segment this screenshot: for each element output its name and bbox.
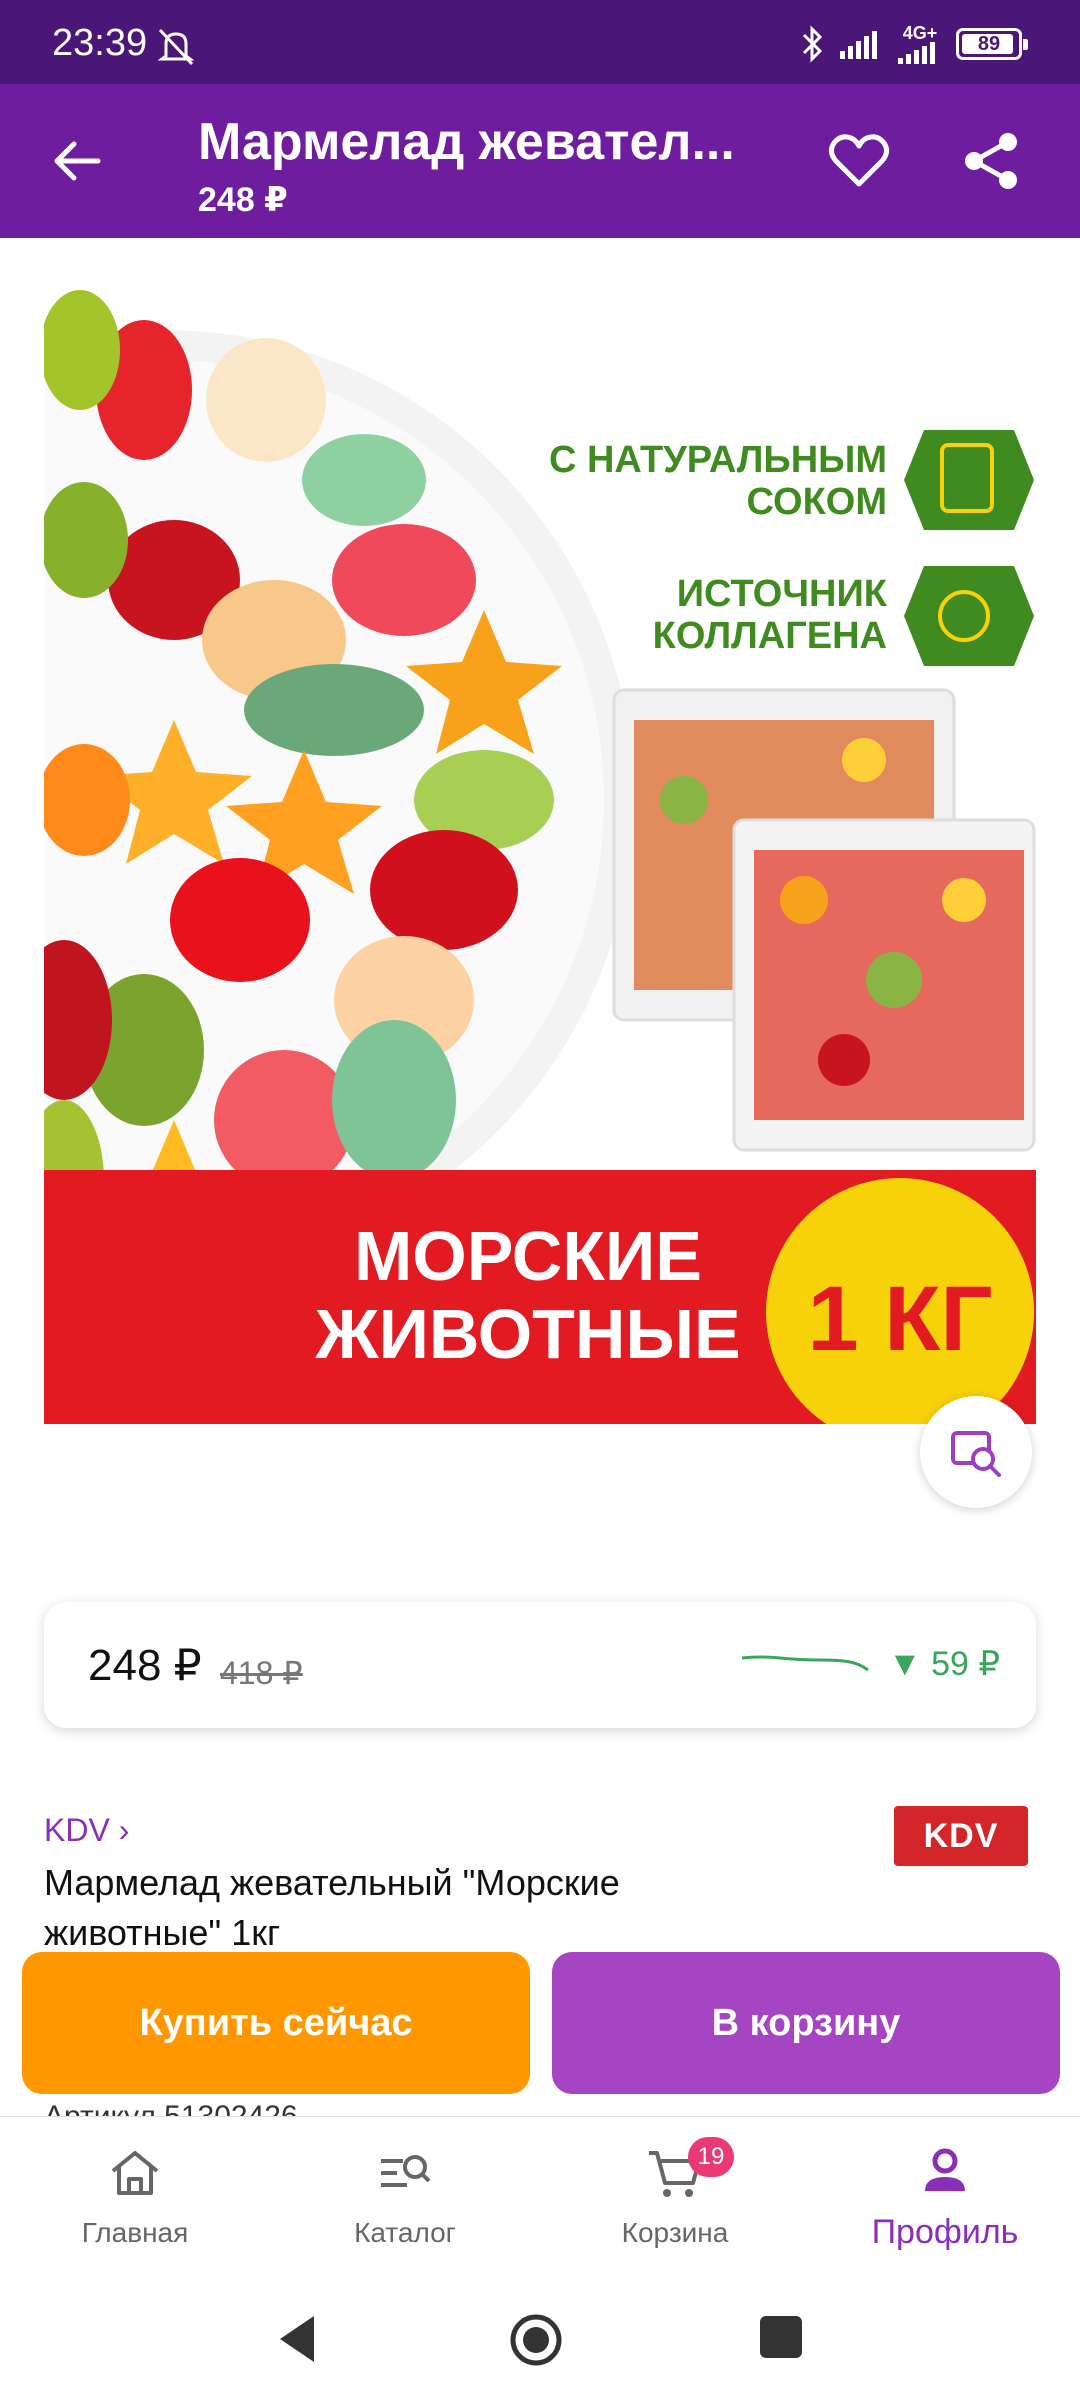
add-to-cart-button[interactable]: В корзину: [552, 1952, 1060, 2094]
page-title: Мармелад жевател...: [198, 113, 735, 171]
signal-icon: [840, 31, 877, 59]
collagen-tag: ИСТОЧНИК КОЛЛАГЕНА: [653, 566, 1034, 666]
profile-icon: [925, 2148, 965, 2191]
old-price: 418 ₽: [220, 1655, 303, 1691]
battery-icon: 89: [956, 28, 1028, 60]
weight-badge-text: 1 КГ: [807, 1268, 992, 1370]
signal-icon-2: [898, 42, 935, 64]
nav-catalog-label: Каталог: [354, 2217, 456, 2248]
page-subtitle-price: 248 ₽: [198, 181, 288, 219]
nav-cart-label: Корзина: [621, 2217, 729, 2248]
back-arrow-icon[interactable]: [46, 130, 108, 192]
battery-level: 89: [977, 32, 1001, 55]
network-indicator: 4G+: [898, 24, 942, 64]
brand-logo-text: KDV: [923, 1816, 999, 1855]
cart-count-badge: 19: [688, 2137, 734, 2177]
clock: 23:39: [52, 22, 148, 64]
system-back-icon[interactable]: [274, 2312, 322, 2366]
current-price: 248 ₽: [88, 1641, 202, 1690]
system-home-icon[interactable]: [508, 2312, 564, 2368]
heart-icon[interactable]: [826, 128, 892, 194]
nav-profile[interactable]: Профиль: [810, 2117, 1080, 2283]
bottom-nav: Главная Каталог Корзина 19 Профиль: [0, 2116, 1080, 2282]
buy-now-button[interactable]: Купить сейчас: [22, 1952, 530, 2094]
catalog-search-icon: [381, 2155, 431, 2187]
product-name: Мармелад жевательный "Морские животные" …: [44, 1862, 620, 1953]
nav-profile-label: Профиль: [871, 2213, 1019, 2251]
nav-cart[interactable]: Корзина: [540, 2117, 810, 2283]
product-illustration: С НАТУРАЛЬНЫМ СОКОМ ИСТОЧНИК КОЛЛАГЕНА М…: [44, 290, 1036, 1424]
nav-home[interactable]: Главная: [0, 2117, 270, 2283]
price-drop: ▼ 59 ₽: [888, 1645, 1000, 1683]
brand-logo[interactable]: KDV: [894, 1806, 1028, 1866]
muted-bell-icon: [157, 28, 195, 66]
svg-text:ИСТОЧНИК: ИСТОЧНИК: [677, 573, 888, 615]
network-type: 4G+: [902, 23, 938, 43]
brand-link[interactable]: KDV ›: [44, 1812, 129, 1849]
home-icon: [111, 2151, 159, 2195]
candy-packages: [612, 688, 1036, 1152]
status-icons: 4G+ 89: [800, 24, 1028, 64]
status-bar: 23:39 4G+ 89: [0, 0, 1080, 84]
system-nav-bar: [0, 2282, 1080, 2400]
app-bar: Мармелад жевател... 248 ₽: [0, 84, 1080, 238]
svg-text:СОКОМ: СОКОМ: [747, 481, 887, 523]
price-trend-sparkline: [741, 1655, 869, 1672]
product-image[interactable]: С НАТУРАЛЬНЫМ СОКОМ ИСТОЧНИК КОЛЛАГЕНА М…: [44, 280, 1036, 1424]
image-search-icon: [951, 1431, 1001, 1477]
svg-text:КОЛЛАГЕНА: КОЛЛАГЕНА: [653, 615, 887, 657]
banner-line-1: МОРСКИЕ: [354, 1217, 702, 1295]
natural-juice-tag: С НАТУРАЛЬНЫМ СОКОМ: [549, 430, 1034, 530]
bluetooth-icon: [802, 25, 823, 63]
banner-line-2: ЖИВОТНЫЕ: [314, 1295, 740, 1373]
svg-text:С НАТУРАЛЬНЫМ: С НАТУРАЛЬНЫМ: [549, 439, 887, 481]
nav-catalog[interactable]: Каталог: [270, 2117, 540, 2283]
system-recents-icon[interactable]: [760, 2316, 802, 2358]
price-card[interactable]: 248 ₽ 418 ₽ ▼ 59 ₽: [44, 1602, 1036, 1728]
image-search-button[interactable]: [920, 1396, 1032, 1508]
share-icon[interactable]: [960, 130, 1022, 192]
nav-home-label: Главная: [81, 2217, 189, 2248]
screen: 23:39 4G+ 89 Мармелад жевател... 248 ₽ С…: [0, 0, 1080, 2400]
